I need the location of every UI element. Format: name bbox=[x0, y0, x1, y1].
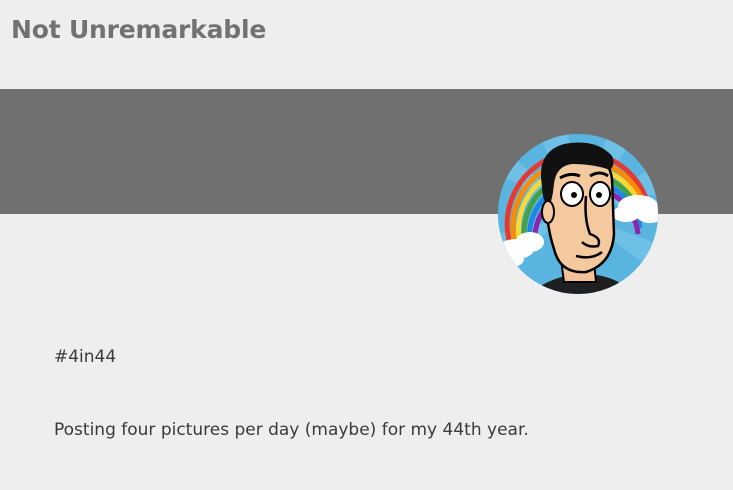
bio-hashtag: #4in44 bbox=[54, 347, 117, 367]
profile-avatar[interactable] bbox=[498, 134, 658, 294]
site-title[interactable]: Not Unremarkable bbox=[11, 13, 266, 47]
bio-description: Posting four pictures per day (maybe) fo… bbox=[54, 420, 529, 440]
cartoon-face-icon bbox=[498, 134, 658, 294]
